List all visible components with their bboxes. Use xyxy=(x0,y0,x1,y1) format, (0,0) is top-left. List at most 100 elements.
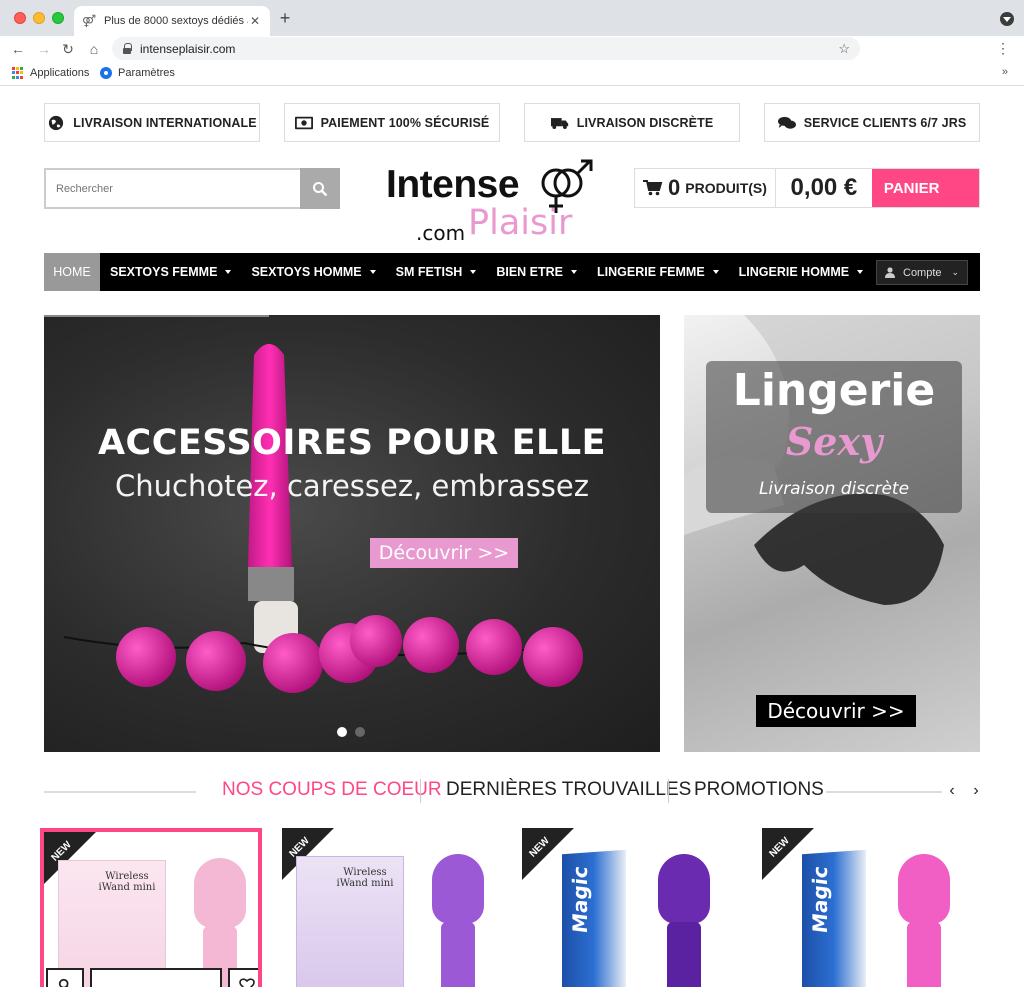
slider-subtitle: Chuchotez, caressez, embrassez xyxy=(115,469,589,503)
url-text: intenseplaisir.com xyxy=(140,41,236,56)
add-to-cart-button[interactable]: AJOUTER AU PANIER xyxy=(90,968,222,987)
lingerie-banner[interactable]: Lingerie Sexy Livraison discrète Découvr… xyxy=(684,315,980,752)
logo-word-plaisir: Plaisir xyxy=(468,203,573,243)
cart-widget[interactable]: 0 PRODUIT(S) 0,00 € PANIER xyxy=(634,168,980,208)
slider-discover-button[interactable]: Découvrir >> xyxy=(370,538,518,568)
cart-icon xyxy=(643,180,663,196)
close-tab-icon[interactable]: ✕ xyxy=(248,14,262,28)
product-box-title: Wireless iWand mini xyxy=(336,867,394,889)
reload-icon[interactable]: ↻ xyxy=(58,39,78,59)
wand-shaft xyxy=(667,922,701,987)
nav-item-label: SEXTOYS HOMME xyxy=(251,265,362,279)
nav-item-sm-fetish[interactable]: SM FETISH xyxy=(386,253,487,291)
nav-item-label: LINGERIE FEMME xyxy=(597,265,705,279)
reassurance-service: SERVICE CLIENTS 6/7 JRS xyxy=(764,103,980,142)
lingerie-title: Lingerie xyxy=(732,365,936,416)
carousel-prev-icon[interactable]: ‹ xyxy=(942,779,962,803)
nav-item-home[interactable]: HOME xyxy=(44,253,100,291)
tabs-divider-left xyxy=(44,791,196,793)
product-box-title: Magic xyxy=(808,865,832,934)
caret-down-icon xyxy=(470,270,477,274)
bookmark-parametres[interactable]: Paramètres xyxy=(100,67,175,79)
product-card[interactable]: NEW Wireless iWand mini xyxy=(282,828,504,987)
cart-total: 0,00 € xyxy=(790,174,858,201)
chevron-down-icon: ⌄ xyxy=(951,267,959,277)
bookmarks-overflow-icon[interactable]: » xyxy=(1002,66,1008,78)
lingerie-discover-button[interactable]: Découvrir >> xyxy=(756,695,916,727)
bookmark-star-icon[interactable]: ☆ xyxy=(838,41,850,57)
wand-head xyxy=(898,854,950,924)
product-card[interactable]: NEW Wireless iWand mini AJOUTER AU PANIE… xyxy=(40,828,262,987)
back-icon[interactable]: ← xyxy=(8,39,28,59)
account-label: Compte xyxy=(903,266,942,279)
product-box-image: Wireless iWand mini xyxy=(296,856,404,987)
carousel-next-icon[interactable]: › xyxy=(966,779,986,803)
nav-item-label: BIEN ETRE xyxy=(496,265,564,279)
nav-item-lingerie-femme[interactable]: LINGERIE FEMME xyxy=(587,253,729,291)
nav-item-label: SM FETISH xyxy=(395,265,463,279)
slider-dot-2[interactable] xyxy=(355,727,365,737)
browser-tab[interactable]: ⚤ Plus de 8000 sextoys dédiés à ✕ xyxy=(74,6,270,36)
caret-down-icon xyxy=(712,270,719,274)
heart-icon xyxy=(239,978,255,987)
bookmark-applications[interactable]: Applications xyxy=(12,67,89,79)
reassurance-international: LIVRAISON INTERNATIONALE xyxy=(44,103,260,142)
wand-head xyxy=(194,858,246,928)
search-input[interactable] xyxy=(44,168,300,209)
browser-menu-icon[interactable]: ⋮ xyxy=(996,41,1010,55)
nav-item-sextoys-homme[interactable]: SEXTOYS HOMME xyxy=(241,253,385,291)
gear-icon xyxy=(100,67,112,79)
quick-view-button[interactable] xyxy=(46,968,84,987)
tab-promotions[interactable]: PROMOTIONS xyxy=(694,779,824,801)
user-icon xyxy=(885,267,895,278)
home-icon[interactable]: ⌂ xyxy=(84,39,104,59)
minimize-window-button[interactable] xyxy=(33,12,45,24)
tab-separator xyxy=(668,779,669,803)
product-card[interactable]: NEW Magic xyxy=(522,828,744,987)
product-box-title: Wireless iWand mini xyxy=(98,871,156,893)
lock-icon xyxy=(122,42,132,55)
hero-slider[interactable]: ACCESSOIRES POUR ELLE Chuchotez, caresse… xyxy=(44,315,660,752)
wand-shaft xyxy=(907,922,941,987)
tab-coups-de-coeur[interactable]: NOS COUPS DE COEUR xyxy=(222,779,442,801)
bookmark-label: Paramètres xyxy=(118,67,175,79)
product-box-image: Magic xyxy=(802,849,866,987)
search-icon xyxy=(313,181,328,196)
logo-word-intense: Intense xyxy=(386,163,520,206)
nav-item-lingerie-homme[interactable]: LINGERIE HOMME xyxy=(729,253,873,291)
vibrator-product-image xyxy=(63,344,583,693)
search-button[interactable] xyxy=(300,168,340,209)
logo-word-com: .com xyxy=(416,221,466,245)
caret-down-icon xyxy=(369,270,376,274)
slider-title: ACCESSOIRES POUR ELLE xyxy=(97,423,607,463)
nav-item-bien-etre[interactable]: BIEN ETRE xyxy=(486,253,587,291)
forward-icon[interactable]: → xyxy=(34,39,54,59)
slider-dot-1[interactable] xyxy=(337,727,347,737)
reassurance-label: PAIEMENT 100% SÉCURISÉ xyxy=(320,115,490,130)
site-logo[interactable]: Intense .com Plaisir xyxy=(386,155,602,245)
lingerie-script: Sexy xyxy=(785,419,883,464)
bookmarks-bar: Applications Paramètres » xyxy=(0,62,1024,86)
tab-separator xyxy=(420,779,421,803)
address-bar[interactable]: intenseplaisir.com ☆ xyxy=(112,37,860,60)
zoom-window-button[interactable] xyxy=(52,12,64,24)
new-tab-button[interactable]: + xyxy=(276,9,294,27)
bookmark-label: Applications xyxy=(30,67,90,79)
wand-product-image xyxy=(658,854,710,987)
browser-tab-bar: ⚤ Plus de 8000 sextoys dédiés à ✕ + xyxy=(0,0,1024,36)
cart-button[interactable]: PANIER xyxy=(871,169,979,207)
tab-title: Plus de 8000 sextoys dédiés à xyxy=(104,15,248,27)
reassurance-label: SERVICE CLIENTS 6/7 JRS xyxy=(803,115,967,130)
main-navigation: HOME SEXTOYS FEMME SEXTOYS HOMME SM FETI… xyxy=(44,253,980,291)
money-icon xyxy=(294,116,313,129)
close-window-button[interactable] xyxy=(14,12,26,24)
caret-down-icon xyxy=(857,270,864,274)
nav-item-label: SEXTOYS FEMME xyxy=(110,265,218,279)
wishlist-button[interactable] xyxy=(228,968,258,987)
account-dropdown[interactable]: Compte ⌄ xyxy=(876,260,968,285)
nav-item-sextoys-femme[interactable]: SEXTOYS FEMME xyxy=(100,253,241,291)
wand-product-image xyxy=(432,854,484,987)
tab-dernieres-trouvailles[interactable]: DERNIÈRES TROUVAILLES xyxy=(446,779,691,801)
tab-search-button[interactable] xyxy=(1000,12,1014,26)
product-card[interactable]: NEW Magic xyxy=(762,828,984,987)
